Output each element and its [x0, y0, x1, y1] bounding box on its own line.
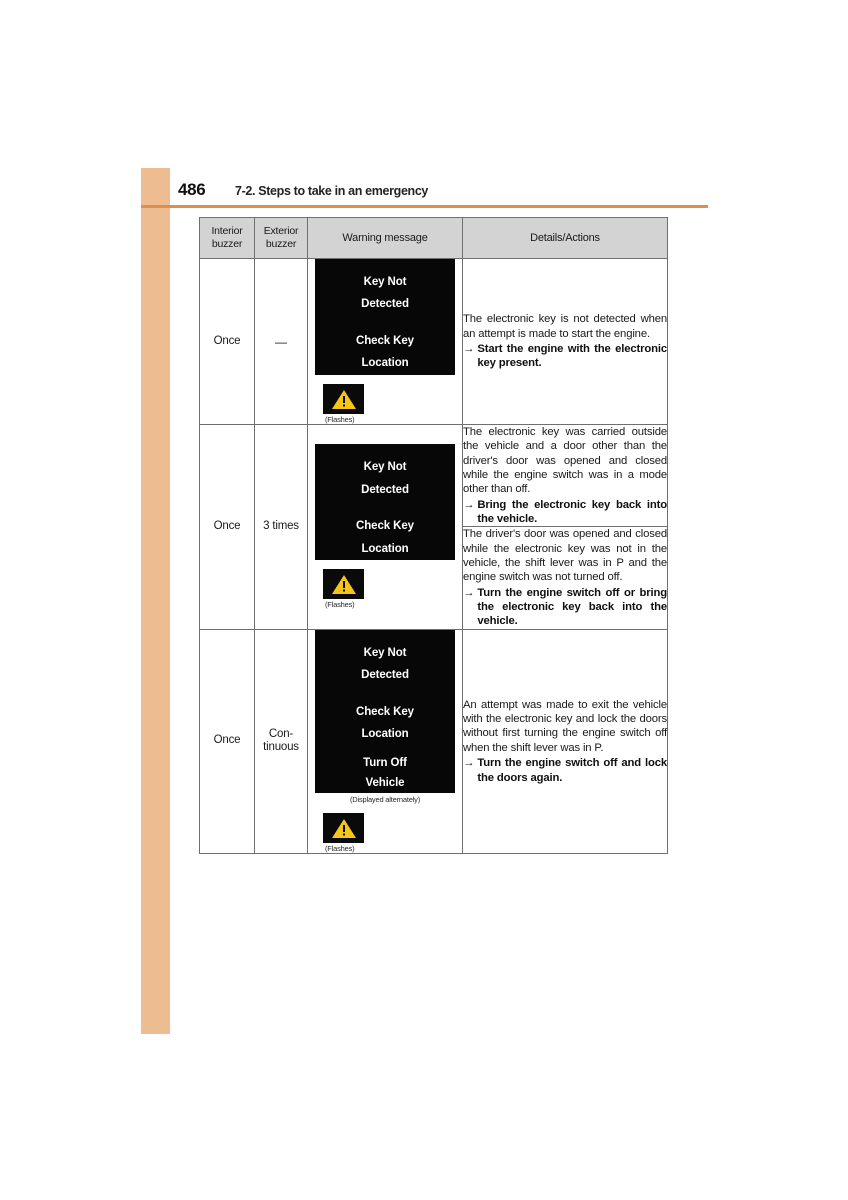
warning-message-stack: Key Not Detected Check Key Location Turn…	[308, 629, 462, 853]
cell-details-actions: The electronic key is not detected when …	[462, 258, 668, 425]
detail-action-text: Turn the engine switch off or bring the …	[477, 586, 667, 628]
flashing-indicator-block: (Flashes)	[315, 384, 455, 424]
display-panel-line: Check Key	[356, 334, 414, 347]
detail-action: → Start the engine with the electronic k…	[463, 342, 667, 371]
warning-message-stack: Key Not Detected Check Key Location (Fla…	[308, 259, 462, 424]
cell-details-actions: The driver's door was opened and closed …	[462, 526, 668, 630]
cell-exterior-buzzer: Con- tinuous	[254, 628, 308, 854]
arrow-icon: →	[463, 343, 475, 355]
display-panel-line: Location	[361, 542, 409, 555]
display-panel-line: Key Not	[363, 646, 407, 659]
column-header-interior-line2: buzzer	[211, 238, 243, 250]
arrow-icon: →	[463, 757, 475, 770]
display-panel-line: Key Not	[363, 461, 407, 474]
flash-caption: (Flashes)	[325, 600, 355, 610]
table-header-row: Interior buzzer Exterior buzzer Warning …	[199, 217, 668, 259]
display-panel: Key Not Detected Check Key Location	[315, 259, 455, 375]
column-header-details-actions: Details/Actions	[462, 217, 668, 259]
column-header-warning-message: Warning message	[307, 217, 463, 259]
column-header-exterior-line1: Exterior	[263, 225, 299, 238]
page-edge-tab	[141, 168, 170, 1034]
cell-warning-message: Key Not Detected Check Key Location Turn…	[307, 628, 463, 854]
detail-body-text: The electronic key is not detected when …	[463, 313, 667, 340]
cell-details-actions: An attempt was made to exit the vehicle …	[462, 628, 668, 854]
header-rule	[141, 205, 708, 208]
display-panel: Key Not Detected Check Key Location	[315, 444, 455, 561]
cell-interior-buzzer: Once	[199, 628, 255, 854]
column-header-interior-line1: Interior	[211, 225, 243, 238]
arrow-icon: →	[463, 586, 475, 599]
display-panel-line: Detected	[361, 298, 409, 311]
detail-action: → Turn the engine switch off and lock th…	[463, 756, 667, 785]
detail-action: → Turn the engine switch off or bring th…	[463, 586, 667, 629]
detail-action-text: Start the engine with the electronic key…	[477, 343, 667, 370]
cell-warning-message: Key Not Detected Check Key Location (Fla…	[307, 424, 463, 630]
cell-interior-buzzer: Once	[199, 424, 255, 630]
warning-triangle-icon	[323, 384, 364, 414]
display-panel-line: Detected	[361, 483, 409, 496]
warning-triangle-icon	[323, 569, 364, 600]
display-panel-line: Key Not	[363, 276, 407, 288]
flash-caption: (Flashes)	[325, 415, 355, 424]
cell-warning-message: Key Not Detected Check Key Location (Fla…	[307, 258, 463, 425]
detail-body-text: The driver's door was opened and closed …	[463, 528, 667, 584]
table-row: Once — Key Not Detected Check Key Locati…	[199, 258, 668, 425]
table-body: Once — Key Not Detected Check Key Locati…	[199, 258, 668, 854]
warning-message-stack: Key Not Detected Check Key Location (Fla…	[308, 444, 462, 609]
cell-exterior-buzzer: 3 times	[254, 424, 308, 630]
flashing-indicator-block: (Flashes)	[315, 812, 455, 853]
table-row: Once 3 times Key Not Detected Check Key …	[199, 423, 668, 630]
detail-action: → Bring the electronic key back into the…	[463, 498, 667, 527]
page-number: 486	[178, 180, 206, 199]
warning-message-table: Interior buzzer Exterior buzzer Warning …	[199, 217, 668, 854]
display-panel-line: Turn Off	[363, 756, 407, 769]
cell-exterior-buzzer: —	[254, 258, 308, 425]
cell-details-actions: The electronic key was carried outside t…	[462, 423, 668, 528]
display-panel: Key Not Detected Check Key Location	[315, 629, 455, 746]
detail-body-text: An attempt was made to exit the vehicle …	[463, 698, 667, 754]
flash-caption: (Flashes)	[325, 843, 355, 853]
display-panel-note: (Displayed alternately)	[349, 794, 420, 804]
cell-interior-buzzer: Once	[199, 258, 255, 425]
display-panel-line: Check Key	[356, 520, 414, 533]
warning-triangle-icon	[323, 812, 364, 843]
column-header-interior-buzzer: Interior buzzer	[199, 217, 255, 259]
column-header-exterior-line2: buzzer	[265, 238, 297, 250]
display-panel-line: Location	[361, 728, 409, 741]
page-header: 486 7-2. Steps to take in an emergency	[170, 180, 710, 206]
display-panel-line: Detected	[361, 669, 409, 682]
arrow-icon: →	[463, 498, 475, 511]
column-header-exterior-buzzer: Exterior buzzer	[254, 217, 308, 259]
section-title: 7-2. Steps to take in an emergency	[235, 184, 429, 198]
display-panel-secondary: Turn Off Vehicle	[315, 745, 455, 793]
detail-action-text: Bring the electronic key back into the v…	[477, 498, 667, 526]
display-panel-line: Vehicle	[365, 776, 405, 789]
display-panel-line: Location	[361, 357, 409, 370]
table-header: Interior buzzer Exterior buzzer Warning …	[199, 217, 668, 259]
table-row: Once Con- tinuous Key Not Detected Check…	[199, 628, 668, 854]
detail-action-text: Turn the engine switch off and lock the …	[477, 757, 667, 784]
flashing-indicator-block: (Flashes)	[315, 569, 455, 609]
detail-body-text: The electronic key was carried outside t…	[463, 426, 667, 496]
display-panel-line: Check Key	[356, 705, 414, 718]
